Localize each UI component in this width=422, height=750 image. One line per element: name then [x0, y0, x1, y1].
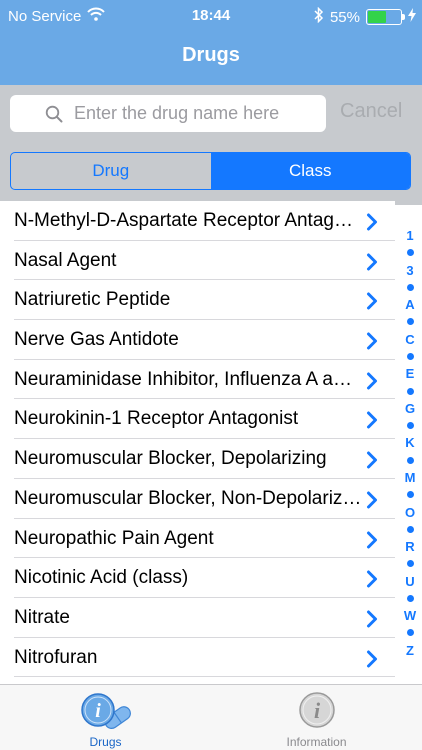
chevron-right-icon — [366, 650, 378, 673]
index-letter[interactable]: K — [405, 435, 414, 450]
svg-text:i: i — [95, 700, 101, 722]
index-separator-dot — [406, 422, 414, 430]
index-letter[interactable]: Z — [406, 643, 414, 658]
tab-drugs-label: Drugs — [89, 735, 122, 749]
index-letter[interactable]: W — [404, 608, 416, 623]
index-separator-dot — [406, 249, 414, 257]
segment-drug[interactable]: Drug — [11, 153, 211, 189]
search-input[interactable] — [74, 99, 319, 128]
list-item-label: Nitrate — [14, 606, 70, 628]
index-letter[interactable]: 1 — [406, 228, 413, 243]
list-item-label: Nasal Agent — [14, 249, 117, 271]
list-item[interactable]: Neuromuscular Blocker, Non-Depolarizing — [14, 479, 395, 519]
list-item-label: Neurokinin-1 Receptor Antagonist — [14, 408, 299, 430]
cancel-button[interactable]: Cancel — [340, 100, 402, 123]
list-item-label: Neuromuscular Blocker, Depolarizing — [14, 448, 327, 470]
list-item-label: Neuropathic Pain Agent — [14, 527, 214, 549]
list-item[interactable]: Neurokinin-1 Receptor Antagonist — [14, 399, 395, 440]
list-item-label: N-Methyl-D-Aspartate Receptor Antagonist — [14, 210, 362, 231]
list-item-label: Neuraminidase Inhibitor, Influenza A and… — [14, 368, 362, 390]
bluetooth-icon — [314, 6, 324, 27]
index-separator-dot — [406, 318, 414, 326]
information-icon: i — [295, 690, 339, 734]
index-separator-dot — [406, 560, 414, 568]
page-title: Drugs — [182, 44, 240, 66]
tab-drugs[interactable]: i Drugs — [0, 685, 211, 750]
chevron-right-icon — [366, 570, 378, 593]
index-separator-dot — [406, 352, 414, 360]
index-separator-dot — [406, 283, 414, 291]
index-separator-dot — [406, 629, 414, 637]
list-item[interactable]: N-Methyl-D-Aspartate Receptor Antagonist — [14, 201, 395, 241]
index-letter[interactable]: O — [405, 505, 415, 520]
index-letter[interactable]: R — [405, 539, 414, 554]
list-item[interactable]: Nasal Agent — [14, 241, 395, 281]
search-area: Cancel Drug Class — [0, 85, 422, 205]
battery-icon — [366, 9, 405, 25]
list-item[interactable]: Neuromuscular Blocker, Depolarizing — [14, 439, 395, 479]
chevron-right-icon — [366, 491, 378, 514]
index-letter[interactable]: E — [406, 366, 415, 381]
index-letter[interactable]: C — [405, 332, 414, 347]
index-letter[interactable]: A — [405, 297, 414, 312]
list-item-label: Nicotinic Acid (class) — [14, 567, 189, 589]
chevron-right-icon — [366, 332, 378, 355]
search-icon — [45, 105, 63, 128]
battery-percent: 55% — [329, 8, 360, 26]
charging-icon — [408, 8, 416, 26]
chevron-right-icon — [366, 372, 378, 395]
chevron-right-icon — [366, 411, 378, 434]
index-letter[interactable]: G — [405, 401, 415, 416]
chevron-right-icon — [366, 451, 378, 474]
list-item-label: Nitrofuran — [14, 646, 98, 668]
svg-text:i: i — [313, 698, 320, 723]
status-bar: No Service 18:44 55% — [0, 0, 422, 30]
chevron-right-icon — [366, 292, 378, 315]
battery-fill — [368, 11, 386, 23]
index-separator-dot — [406, 491, 414, 499]
index-separator-dot — [406, 525, 414, 533]
index-letter[interactable]: U — [405, 574, 414, 589]
chevron-right-icon — [366, 213, 378, 236]
list-item[interactable]: Nerve Gas Antidote — [14, 320, 395, 360]
chevron-right-icon — [366, 253, 378, 276]
index-separator-dot — [406, 456, 414, 464]
segmented-control: Drug Class — [10, 152, 411, 190]
header: No Service 18:44 55% Drugs — [0, 0, 422, 85]
list-item-label: Nerve Gas Antidote — [14, 329, 179, 351]
index-separator-dot — [406, 387, 414, 395]
list-item-label: Neuromuscular Blocker, Non-Depolarizing — [14, 487, 362, 509]
status-right: 55% — [314, 6, 416, 27]
tab-bar: i Drugs i Information — [0, 684, 422, 750]
segment-class[interactable]: Class — [210, 153, 410, 189]
chevron-right-icon — [366, 531, 378, 554]
tab-information[interactable]: i Information — [211, 685, 422, 750]
list-item[interactable]: Nicotinic Acid (class) — [14, 558, 395, 598]
list-item[interactable]: Neuraminidase Inhibitor, Influenza A and… — [14, 360, 395, 400]
list-item[interactable]: Neuropathic Pain Agent — [14, 519, 395, 559]
index-letter[interactable]: 3 — [406, 263, 413, 278]
list-item[interactable]: Nitrate — [14, 598, 395, 638]
list-item[interactable]: Natriuretic Peptide — [14, 280, 395, 321]
alphabet-index[interactable]: 1 3 A C E G K M O R U W Z — [398, 228, 422, 658]
index-separator-dot — [406, 594, 414, 602]
list-item[interactable]: Nitrofuran — [14, 638, 395, 678]
tab-information-label: Information — [286, 735, 347, 749]
chevron-right-icon — [366, 610, 378, 633]
class-list: N-Methyl-D-Aspartate Receptor Antagonist… — [0, 201, 395, 684]
search-box[interactable] — [10, 95, 326, 132]
index-letter[interactable]: M — [405, 470, 416, 485]
drugs-info-pill-icon: i — [76, 690, 136, 734]
list-item-label: Natriuretic Peptide — [14, 289, 171, 311]
